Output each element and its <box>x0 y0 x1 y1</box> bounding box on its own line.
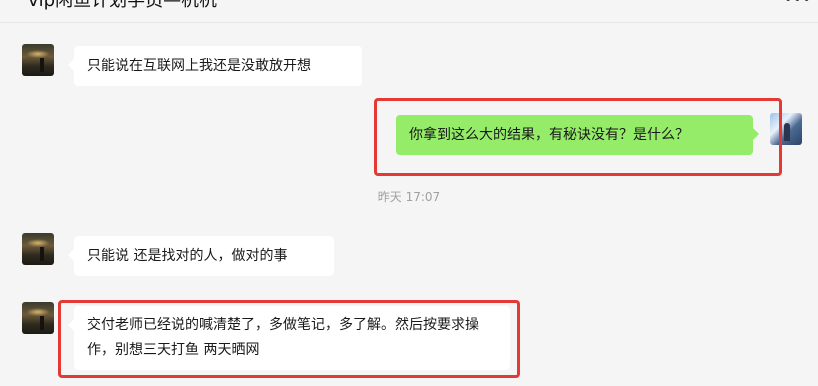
chat-title: vip闲鱼计划学员—杭杭 <box>28 0 218 11</box>
message-text: 你拿到这么大的结果，有秘诀没有？是什么？ <box>409 127 689 143</box>
message-bubble-sent[interactable]: 你拿到这么大的结果，有秘诀没有？是什么？ <box>396 115 759 155</box>
message-bubble-received[interactable]: 交付老师已经说的喊清楚了，多做笔记，多了解。然后按要求操作，别想三天打鱼 两天晒… <box>68 306 510 370</box>
more-icon[interactable]: ••• <box>784 0 811 7</box>
chat-header: vip闲鱼计划学员—杭杭 ••• <box>0 0 818 23</box>
message-bubble-received[interactable]: 只能说在互联网上我还是没敢放开想 <box>68 46 362 86</box>
message-text: 只能说在互联网上我还是没敢放开想 <box>87 58 311 74</box>
message-text: 只能说 还是找对的人，做对的事 <box>87 248 288 264</box>
message-text: 交付老师已经说的喊清楚了，多做笔记，多了解。然后按要求操作，别想三天打鱼 两天晒… <box>87 317 479 358</box>
contact-avatar[interactable] <box>22 233 54 265</box>
contact-avatar[interactable] <box>22 44 54 76</box>
message-timestamp: 昨天 17:07 <box>377 190 441 204</box>
contact-avatar[interactable] <box>22 302 54 334</box>
message-bubble-received[interactable]: 只能说 还是找对的人，做对的事 <box>68 236 334 276</box>
self-avatar[interactable] <box>770 113 802 145</box>
